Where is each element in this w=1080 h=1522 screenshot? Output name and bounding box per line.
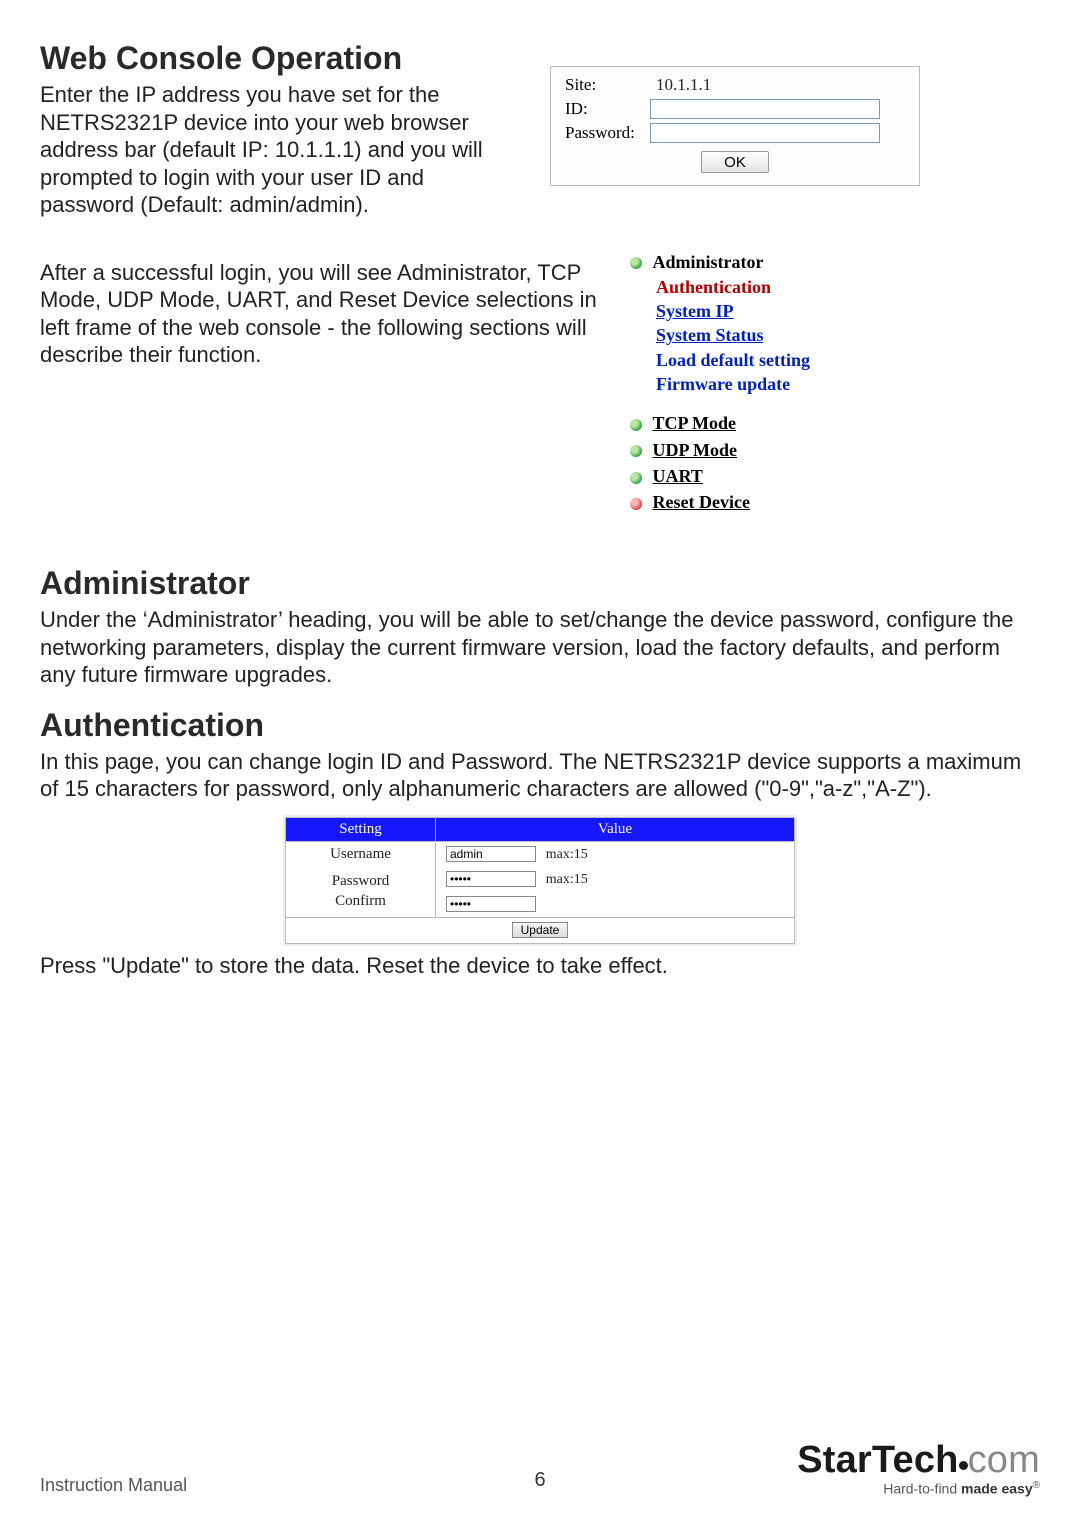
bullet-icon [630,472,642,484]
brand-dot-icon [959,1461,968,1470]
nav-uart[interactable]: UART [653,464,703,488]
auth-username-input[interactable] [446,846,536,862]
heading-administrator: Administrator [40,565,1040,602]
auth-update-button[interactable]: Update [512,922,569,938]
para-after-update: Press "Update" to store the data. Reset … [40,952,1040,980]
bullet-icon [630,257,642,269]
nav-system-ip[interactable]: System IP [656,299,810,323]
para-authentication: In this page, you can change login ID an… [40,748,1040,803]
auth-table: Setting Value Username max:15 Password C… [285,817,795,944]
nav-firmware-update[interactable]: Firmware update [656,372,810,396]
bullet-icon [630,419,642,431]
footer-manual-label: Instruction Manual [40,1475,187,1496]
auth-password-label: Password [332,873,390,889]
login-password-label: Password: [561,121,646,145]
nav-authentication[interactable]: Authentication [656,275,810,299]
auth-col-value: Value [436,817,795,841]
nav-tcp-mode[interactable]: TCP Mode [653,411,737,435]
auth-confirm-input[interactable] [446,896,536,912]
nav-tree: Administrator Authentication System IP S… [630,249,810,516]
auth-confirm-label: Confirm [335,893,386,909]
auth-password-input[interactable] [446,871,536,887]
footer-page-number: 6 [534,1469,545,1492]
heading-web-console: Web Console Operation [40,40,520,77]
bullet-icon [630,445,642,457]
login-panel: Site: 10.1.1.1 ID: Password: OK [550,66,920,186]
brand-logo: StarTechcom Hard-to-find made easy® [797,1441,1040,1496]
login-site-value: 10.1.1.1 [646,73,909,97]
login-ok-button[interactable]: OK [701,151,769,173]
nav-udp-mode[interactable]: UDP Mode [653,438,738,462]
brand-tag1: Hard-to-find [883,1481,961,1497]
nav-system-status[interactable]: System Status [656,323,810,347]
brand-reg: ® [1033,1480,1040,1491]
auth-col-setting: Setting [286,817,436,841]
login-password-input[interactable] [650,123,880,143]
para-web-console-intro: Enter the IP address you have set for th… [40,81,520,219]
heading-authentication: Authentication [40,707,1040,744]
para-administrator: Under the ‘Administrator’ heading, you w… [40,606,1040,689]
brand-part1: StarTech [797,1439,958,1481]
bullet-icon [630,498,642,510]
nav-administrator[interactable]: Administrator [653,250,764,274]
login-site-label: Site: [561,73,646,97]
para-after-login: After a successful login, you will see A… [40,259,600,369]
login-id-label: ID: [561,97,646,121]
brand-tag2: made easy [961,1481,1033,1497]
brand-part2: com [968,1439,1040,1481]
auth-username-label: Username [286,841,436,867]
login-id-input[interactable] [650,99,880,119]
nav-reset-device[interactable]: Reset Device [653,490,750,514]
auth-password-hint: max:15 [546,872,588,887]
auth-username-hint: max:15 [546,847,588,862]
nav-load-default[interactable]: Load default setting [656,348,810,372]
